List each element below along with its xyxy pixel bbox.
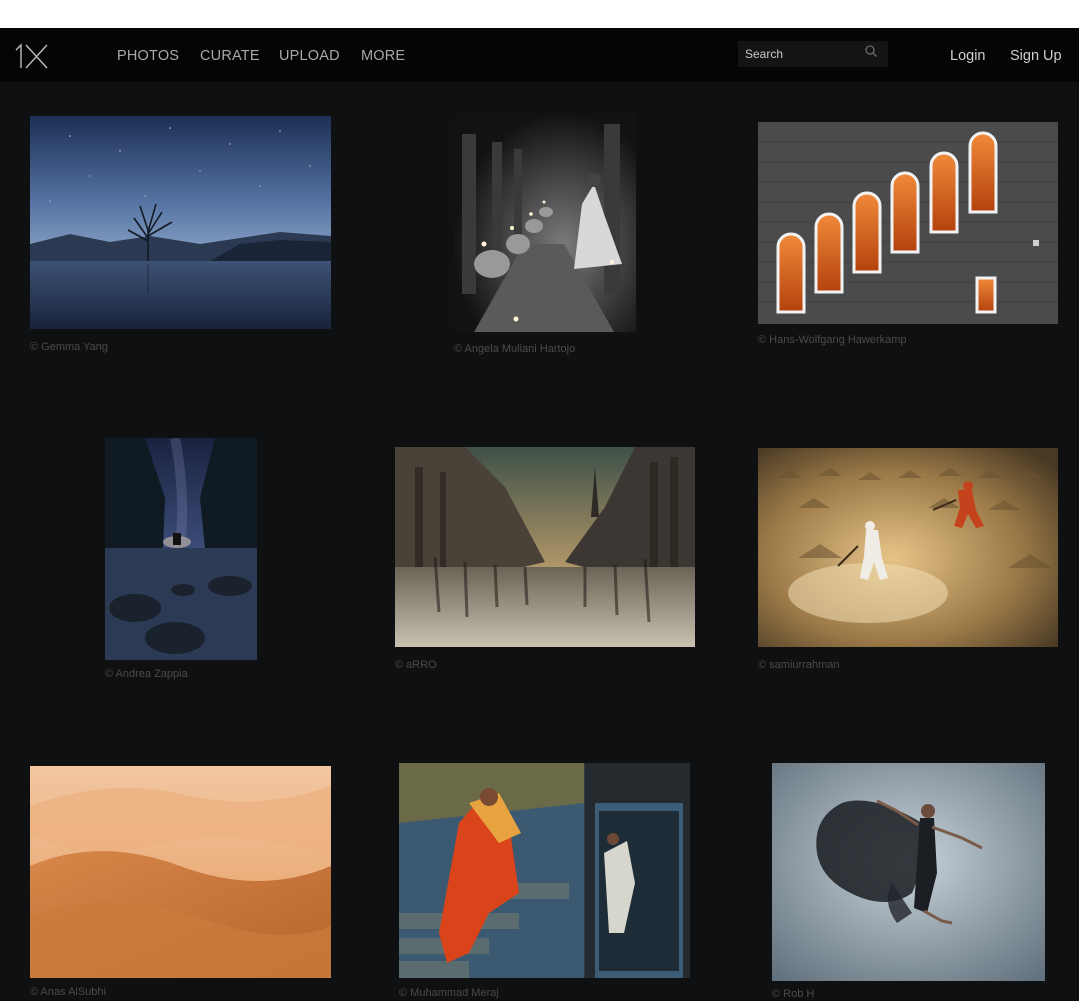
login-link[interactable]: Login — [950, 47, 985, 65]
photo-credit[interactable]: © Angela Muliani Hartojo — [454, 343, 575, 356]
photo-image — [758, 122, 1058, 324]
nav-upload[interactable]: UPLOAD — [279, 47, 340, 65]
photo-credit[interactable]: © aRRO — [395, 659, 437, 672]
signup-link[interactable]: Sign Up — [1010, 47, 1062, 65]
nav-more[interactable]: MORE — [361, 47, 405, 65]
photo-thumbnail[interactable] — [758, 448, 1058, 647]
search-icon[interactable] — [864, 44, 878, 58]
photo-image — [758, 448, 1058, 647]
photo-image — [454, 114, 636, 332]
photo-thumbnail[interactable] — [30, 766, 331, 978]
photo-image — [395, 447, 695, 647]
photo-thumbnail[interactable] — [772, 763, 1045, 981]
top-white-strip — [0, 0, 1079, 28]
nav-curate[interactable]: CURATE — [200, 47, 260, 65]
photo-image — [30, 116, 331, 329]
photo-credit[interactable]: © Rob H — [772, 988, 814, 1001]
search-input[interactable] — [738, 41, 858, 67]
photo-image — [399, 763, 690, 978]
photo-thumbnail[interactable] — [454, 114, 636, 332]
photo-credit[interactable]: © Hans-Wolfgang Hawerkamp — [758, 334, 907, 347]
photo-credit[interactable]: © Gemma Yang — [30, 341, 108, 354]
logo-1x-icon — [15, 43, 48, 69]
photo-credit[interactable]: © Anas AlSubhi — [30, 986, 106, 999]
photo-credit[interactable]: © Muhammad Meraj — [399, 987, 499, 1000]
photo-image — [772, 763, 1045, 981]
photo-image — [30, 766, 331, 978]
site-logo[interactable] — [14, 41, 50, 71]
photo-thumbnail[interactable] — [105, 438, 257, 660]
photo-credit[interactable]: © Andrea Zappia — [105, 668, 188, 681]
nav-photos[interactable]: PHOTOS — [117, 47, 179, 65]
photo-thumbnail[interactable] — [30, 116, 331, 329]
photo-thumbnail[interactable] — [395, 447, 695, 647]
photo-image — [105, 438, 257, 660]
photo-thumbnail[interactable] — [758, 122, 1058, 324]
photo-credit[interactable]: © samiurrahman — [758, 659, 839, 672]
photo-thumbnail[interactable] — [399, 763, 690, 978]
